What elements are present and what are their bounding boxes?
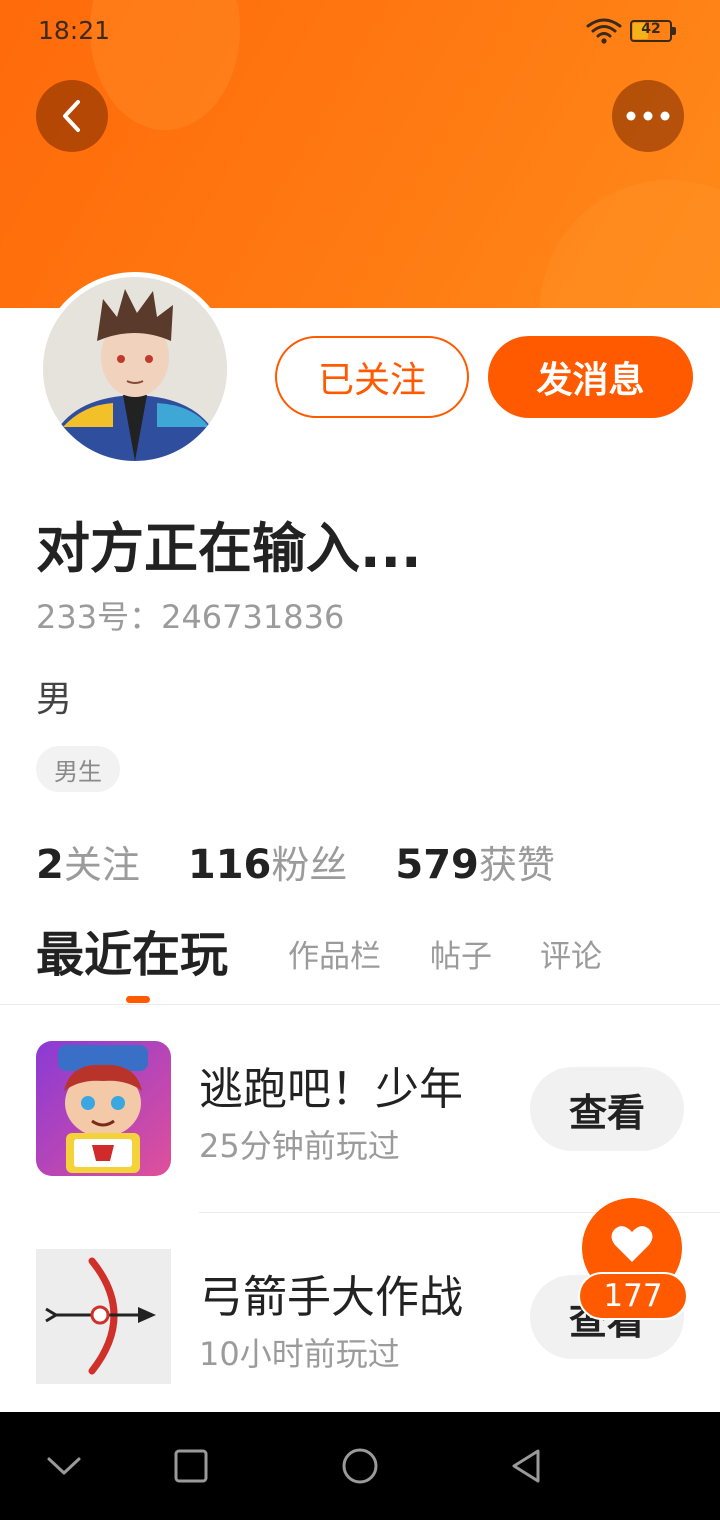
back-button[interactable] <box>36 80 108 152</box>
square-icon <box>174 1449 208 1483</box>
nav-hide-button[interactable] <box>40 1442 88 1490</box>
system-navigation-bar <box>0 1412 720 1520</box>
fans-stat[interactable]: 116 粉丝 <box>188 834 348 889</box>
tab-divider <box>0 1004 720 1005</box>
tab-posts[interactable]: 帖子 <box>430 924 492 990</box>
battery-indicator: 42 <box>630 20 676 42</box>
likes-count: 579 <box>395 842 479 888</box>
game-title: 弓箭手大作战 <box>199 1272 463 1323</box>
avatar[interactable] <box>38 272 232 466</box>
like-count-badge: 177 <box>578 1272 688 1320</box>
likes-stat[interactable]: 579 获赞 <box>395 834 555 889</box>
triangle-back-icon <box>512 1449 540 1483</box>
likes-label: 获赞 <box>478 843 555 887</box>
fans-count: 116 <box>187 842 272 888</box>
gender: 男 <box>36 679 73 720</box>
tab-works[interactable]: 作品栏 <box>288 924 381 990</box>
chevron-left-icon <box>63 100 80 132</box>
avatar-image <box>43 277 227 461</box>
tab-comments[interactable]: 评论 <box>540 924 602 990</box>
tab-recently-played[interactable]: 最近在玩 <box>36 922 228 988</box>
following-count: 2 <box>36 842 64 888</box>
nav-recents-button[interactable] <box>167 1442 215 1490</box>
profile-stats: 2 关注 116 粉丝 579 获赞 <box>36 834 603 888</box>
status-bar: 18:21 42 <box>0 0 720 62</box>
game-last-played: 25分钟前玩过 <box>199 1127 400 1165</box>
nav-back-button[interactable] <box>502 1442 550 1490</box>
chevron-down-icon <box>47 1457 81 1475</box>
heart-icon <box>611 1226 653 1262</box>
following-label: 关注 <box>63 843 140 887</box>
view-game-button[interactable]: 查看 <box>530 1067 684 1151</box>
more-dots-icon <box>626 111 670 121</box>
profile-tag: 男生 <box>36 746 120 792</box>
following-stat[interactable]: 2 关注 <box>36 834 140 889</box>
more-options-button[interactable] <box>612 80 684 152</box>
active-tab-indicator <box>126 996 150 1003</box>
circle-icon <box>342 1448 378 1484</box>
wifi-icon <box>586 18 622 44</box>
fans-label: 粉丝 <box>271 843 348 887</box>
followed-button[interactable]: 已关注 <box>275 336 469 418</box>
header-decoration <box>540 180 720 308</box>
game-last-played: 10小时前玩过 <box>199 1335 400 1373</box>
game-title: 逃跑吧！少年 <box>199 1064 463 1115</box>
status-time: 18:21 <box>38 16 111 45</box>
user-id: 233号：246731836 <box>36 598 345 636</box>
list-item[interactable]: 逃跑吧！少年 25分钟前玩过 查看 <box>0 1041 720 1191</box>
profile-tabs: 最近在玩 作品栏 帖子 评论 <box>36 922 720 992</box>
nav-home-button[interactable] <box>336 1442 384 1490</box>
send-message-button[interactable]: 发消息 <box>488 336 693 418</box>
game-icon <box>36 1249 171 1384</box>
username: 对方正在输入... <box>36 517 422 580</box>
battery-level: 42 <box>641 21 661 37</box>
game-icon <box>36 1041 171 1176</box>
